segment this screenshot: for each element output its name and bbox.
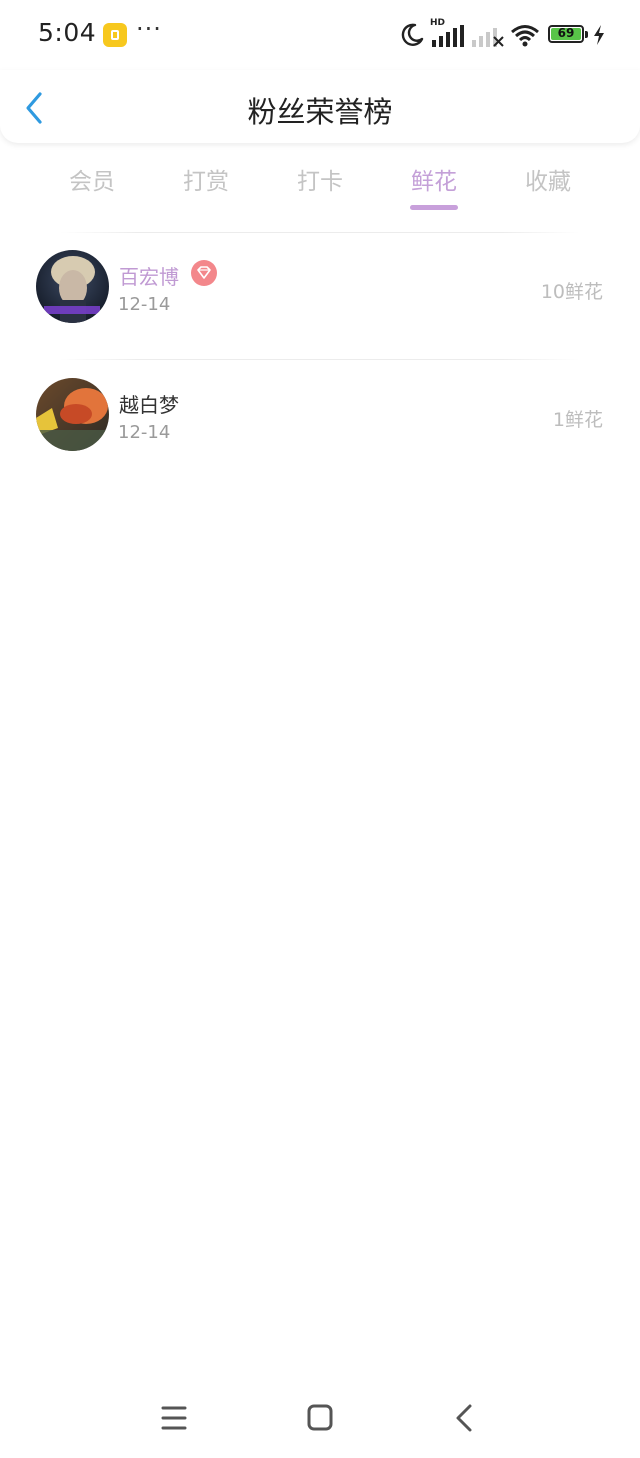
active-tab-indicator: [410, 205, 458, 210]
home-button[interactable]: [300, 1398, 340, 1438]
menu-icon: [161, 1406, 187, 1430]
battery-icon: 69: [548, 25, 584, 43]
list-item-date: 12-14: [118, 422, 171, 443]
list-item-flower-count: 10鲜花: [540, 281, 603, 303]
tab-bar: 会员 打赏 打卡 鲜花 收藏: [0, 150, 640, 215]
wifi-icon: [511, 25, 539, 47]
status-bar: 5:04 ··· HD 69: [0, 0, 640, 70]
system-nav-bar: [0, 1380, 640, 1458]
diamond-icon: [191, 260, 217, 286]
signal-off-icon: [472, 28, 504, 47]
tab-favorites[interactable]: 收藏: [491, 162, 605, 196]
status-icons: HD 69: [400, 18, 610, 50]
battery-cap: [585, 31, 588, 38]
list-item[interactable]: 百宏博 12-14 10鲜花: [0, 250, 640, 350]
list-item-date: 12-14: [118, 294, 171, 315]
tab-flowers[interactable]: 鲜花: [377, 162, 491, 196]
list-item-name: 百宏博: [119, 265, 179, 289]
app-header: 粉丝荣誉榜: [0, 70, 640, 143]
list-item-name: 越白梦: [119, 393, 179, 417]
notification-app-icon: [103, 23, 127, 47]
moon-icon: [401, 23, 424, 46]
signal-icon: [432, 25, 464, 47]
avatar: [36, 250, 109, 323]
battery-level: 69: [557, 26, 575, 40]
status-time: 5:04: [38, 18, 97, 47]
tab-checkin[interactable]: 打卡: [263, 162, 377, 196]
list-item-flower-count: 1鲜花: [552, 409, 603, 431]
tab-members[interactable]: 会员: [35, 162, 149, 196]
more-notifications-indicator: ···: [136, 15, 162, 43]
back-icon: [456, 1404, 472, 1432]
page-title: 粉丝荣誉榜: [247, 95, 393, 129]
list-divider: [60, 232, 580, 233]
tab-rewards[interactable]: 打赏: [149, 162, 263, 196]
avatar: [36, 378, 109, 451]
charging-icon: [594, 25, 604, 45]
list-item[interactable]: 越白梦 12-14 1鲜花: [0, 378, 640, 478]
home-icon: [307, 1404, 333, 1431]
list-divider: [60, 359, 580, 360]
menu-button[interactable]: [154, 1398, 194, 1438]
back-nav-button[interactable]: [445, 1398, 485, 1438]
